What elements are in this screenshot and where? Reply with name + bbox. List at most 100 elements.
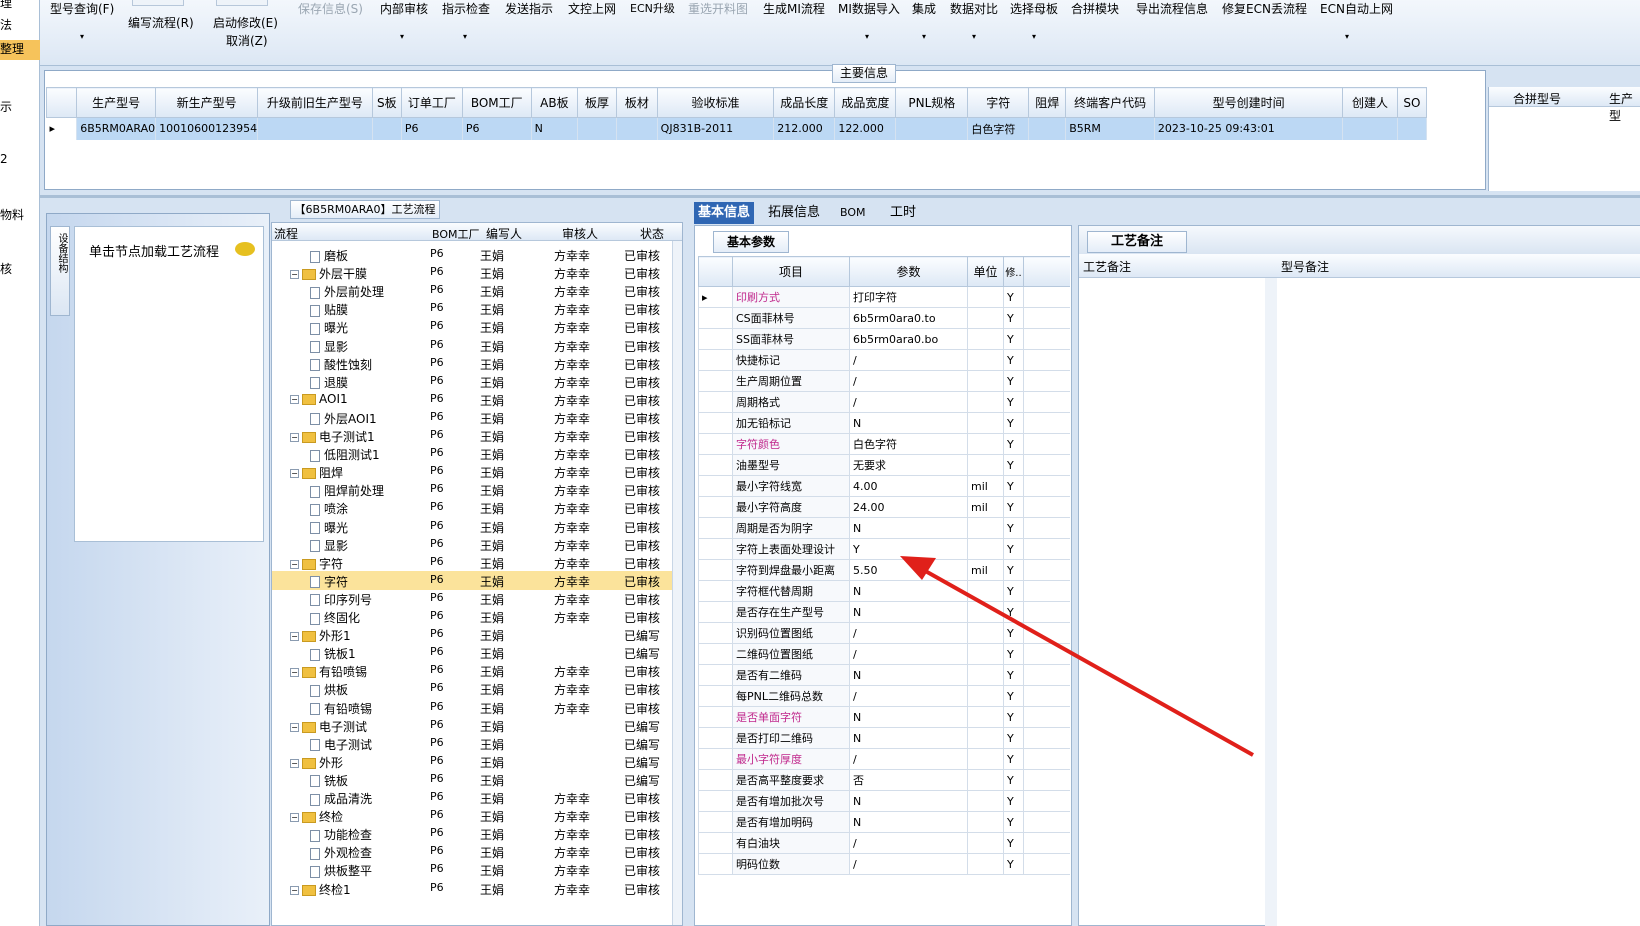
- param-value[interactable]: /: [849, 370, 968, 392]
- integrate-button[interactable]: 集成: [912, 0, 936, 17]
- main-col-header[interactable]: PNL规格: [895, 87, 969, 118]
- main-cell[interactable]: [895, 117, 969, 140]
- param-row[interactable]: 是否有增加批次号 N Y: [698, 790, 1070, 812]
- params-col-unit[interactable]: 单位: [967, 256, 1004, 287]
- tab-work-hours[interactable]: 工时: [886, 202, 920, 224]
- tree-row[interactable]: − 外层干膜 P6 王娟 方幸幸 已审核: [272, 263, 682, 282]
- collapse-icon[interactable]: −: [290, 394, 299, 404]
- tree-row[interactable]: 阻焊前处理 P6 王娟 方幸幸 已审核: [272, 480, 682, 499]
- main-cell[interactable]: [372, 117, 402, 140]
- param-row[interactable]: 有白油块 / Y: [698, 832, 1070, 854]
- main-cell[interactable]: [1397, 117, 1427, 140]
- reselect-diagram-button[interactable]: 重选开料图: [688, 0, 748, 17]
- docs-online-button[interactable]: 文控上网: [568, 0, 616, 17]
- param-value[interactable]: 6b5rm0ara0.to: [849, 307, 968, 329]
- data-compare-button[interactable]: 数据对比: [950, 0, 998, 17]
- collapse-icon[interactable]: −: [290, 813, 299, 823]
- param-value[interactable]: 无要求: [849, 454, 968, 476]
- collapse-icon[interactable]: −: [290, 758, 299, 768]
- tree-row[interactable]: 外层AOI1 P6 王娟 方幸幸 已审核: [272, 408, 682, 427]
- tree-row[interactable]: 成品清洗 P6 王娟 方幸幸 已审核: [272, 788, 682, 807]
- tree-row[interactable]: 烘板整平 P6 王娟 方幸幸 已审核: [272, 860, 682, 879]
- tree-row[interactable]: 外层前处理 P6 王娟 方幸幸 已审核: [272, 281, 682, 300]
- tree-row[interactable]: − 阻焊 P6 王娟 方幸幸 已审核: [272, 462, 682, 481]
- param-row[interactable]: 周期是否为阴字 N Y: [698, 517, 1070, 539]
- chevron-down-icon[interactable]: ▾: [922, 32, 926, 41]
- collapse-icon[interactable]: −: [290, 469, 299, 479]
- model-notes-header[interactable]: 型号备注: [1277, 254, 1640, 278]
- tab-extended-info[interactable]: 拓展信息: [764, 202, 824, 224]
- params-col-modify[interactable]: 修..: [1003, 256, 1024, 287]
- param-value[interactable]: 4.00: [849, 475, 968, 497]
- tab-basic-info[interactable]: 基本信息: [694, 202, 755, 224]
- tree-scrollbar[interactable]: [672, 241, 682, 925]
- tree-row[interactable]: − 电子测试 P6 王娟 已编写: [272, 716, 682, 735]
- gen-mi-flow-button[interactable]: 生成MI流程: [763, 0, 825, 17]
- process-notes-header[interactable]: 工艺备注: [1079, 254, 1277, 278]
- tree-row[interactable]: − 终检1 P6 王娟 方幸幸 已审核: [272, 879, 682, 898]
- tab-bom[interactable]: BOM: [836, 202, 870, 224]
- main-cell[interactable]: [616, 117, 658, 140]
- main-col-header[interactable]: 生产型号: [76, 87, 157, 118]
- main-col-header[interactable]: BOM工厂: [461, 87, 532, 118]
- tree-col-bom[interactable]: BOM工厂: [432, 226, 480, 242]
- param-value[interactable]: 白色字符: [849, 433, 968, 455]
- param-row[interactable]: ▸ 印刷方式 打印字符 Y: [698, 286, 1070, 308]
- param-row[interactable]: 加无铅标记 N Y: [698, 412, 1070, 434]
- param-value[interactable]: 打印字符: [849, 286, 968, 308]
- params-col-item[interactable]: 项目: [732, 256, 850, 287]
- main-cell[interactable]: [257, 117, 373, 140]
- tree-row[interactable]: 铣板1 P6 王娟 已编写: [272, 643, 682, 662]
- main-cell[interactable]: 6B5RM0ARA0: [76, 117, 157, 140]
- main-cell[interactable]: 10010600123954: [155, 117, 259, 140]
- save-info-button[interactable]: 保存信息(S): [298, 0, 363, 17]
- merge-col-header[interactable]: 合拼型号: [1513, 90, 1561, 107]
- param-row[interactable]: CS面菲林号 6b5rm0ara0.to Y: [698, 307, 1070, 329]
- merge-col-header[interactable]: 生产型: [1609, 90, 1640, 124]
- main-col-header[interactable]: 新生产型号: [155, 87, 259, 118]
- tree-row[interactable]: 磨板 P6 王娟 方幸幸 已审核: [272, 245, 682, 264]
- tree-row[interactable]: − 终检 P6 王娟 方幸幸 已审核: [272, 806, 682, 825]
- main-cell[interactable]: P6: [401, 117, 463, 140]
- export-flow-button[interactable]: 导出流程信息: [1136, 0, 1208, 17]
- main-cell[interactable]: N: [531, 117, 579, 140]
- chevron-down-icon[interactable]: ▾: [463, 32, 467, 41]
- left-nav-item[interactable]: 示: [0, 98, 40, 115]
- tree-row[interactable]: 字符 P6 王娟 方幸幸 已审核: [272, 570, 682, 590]
- chevron-down-icon[interactable]: ▾: [1032, 32, 1036, 41]
- main-col-header[interactable]: 板材: [615, 87, 658, 118]
- tree-row[interactable]: 贴膜 P6 王娟 方幸幸 已审核: [272, 299, 682, 318]
- equipment-structure-tab[interactable]: 设备结构: [50, 226, 70, 316]
- collapse-icon[interactable]: −: [290, 270, 299, 280]
- param-value[interactable]: N: [849, 517, 968, 539]
- main-col-header[interactable]: 终端客户代码: [1065, 87, 1155, 118]
- main-cell[interactable]: B5RM: [1065, 117, 1155, 140]
- cancel-button[interactable]: 取消(Z): [226, 32, 268, 49]
- collapse-icon[interactable]: −: [290, 433, 299, 442]
- tree-row[interactable]: 电子测试 P6 王娟 已编写: [272, 734, 682, 753]
- main-col-header[interactable]: 成品宽度: [834, 87, 897, 118]
- tree-col-status[interactable]: 状态: [640, 225, 664, 242]
- param-value[interactable]: 6b5rm0ara0.bo: [849, 328, 968, 350]
- tree-col-writer[interactable]: 编写人: [486, 225, 522, 242]
- tree-row[interactable]: 喷涂 P6 王娟 方幸幸 已审核: [272, 498, 682, 517]
- merge-module-button[interactable]: 合拼模块: [1071, 0, 1119, 17]
- main-col-header[interactable]: 字符: [967, 87, 1030, 118]
- param-value[interactable]: /: [849, 391, 968, 413]
- tree-col-reviewer[interactable]: 审核人: [562, 225, 598, 242]
- main-cell[interactable]: 212.000: [773, 117, 836, 140]
- tree-row[interactable]: − 有铅喷锡 P6 王娟 方幸幸 已审核: [272, 661, 682, 680]
- tree-row[interactable]: 烘板 P6 王娟 方幸幸 已审核: [272, 679, 682, 698]
- main-cell[interactable]: QJ831B-2011: [657, 117, 775, 140]
- tree-row[interactable]: 低阻测试1 P6 王娟 方幸幸 已审核: [272, 444, 682, 463]
- main-col-header[interactable]: 型号创建时间: [1153, 87, 1344, 118]
- tree-row[interactable]: 铣板 P6 王娟 已编写: [272, 770, 682, 789]
- tree-row[interactable]: 酸性蚀刻 P6 王娟 方幸幸 已审核: [272, 354, 682, 373]
- send-guide-button[interactable]: 发送指示: [505, 0, 553, 17]
- param-row[interactable]: 油墨型号 无要求 Y: [698, 454, 1070, 476]
- main-col-header[interactable]: SO: [1396, 87, 1427, 118]
- main-cell[interactable]: [1342, 117, 1398, 140]
- main-col-header[interactable]: 阻焊: [1028, 87, 1067, 118]
- param-value[interactable]: N: [849, 811, 968, 833]
- param-row[interactable]: 周期格式 / Y: [698, 391, 1070, 413]
